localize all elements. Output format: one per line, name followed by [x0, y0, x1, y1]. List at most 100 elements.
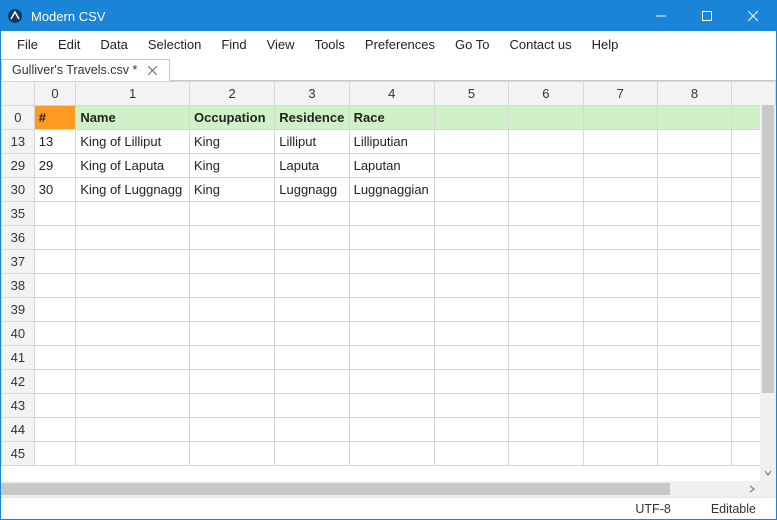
scroll-down-button[interactable] — [760, 465, 776, 481]
cell[interactable] — [583, 274, 657, 298]
cell[interactable]: Race — [349, 106, 434, 130]
menu-help[interactable]: Help — [582, 34, 629, 55]
cell[interactable]: King of Luggnagg — [76, 178, 190, 202]
cell[interactable] — [434, 226, 508, 250]
menu-tools[interactable]: Tools — [305, 34, 355, 55]
col-header[interactable]: 1 — [76, 82, 190, 106]
cell[interactable] — [434, 106, 508, 130]
cell[interactable] — [34, 418, 76, 442]
col-header[interactable]: 4 — [349, 82, 434, 106]
cell[interactable] — [509, 178, 583, 202]
cell[interactable]: King — [190, 178, 275, 202]
cell[interactable] — [657, 298, 731, 322]
col-header[interactable]: 0 — [34, 82, 76, 106]
cell[interactable]: King of Lilliput — [76, 130, 190, 154]
cell[interactable] — [583, 106, 657, 130]
cell[interactable] — [434, 322, 508, 346]
cell[interactable] — [509, 418, 583, 442]
cell[interactable] — [657, 106, 731, 130]
cell[interactable] — [509, 226, 583, 250]
row-header[interactable]: 38 — [2, 274, 35, 298]
vscroll-thumb[interactable] — [762, 105, 774, 393]
cell[interactable]: # — [34, 106, 76, 130]
cell[interactable]: Name — [76, 106, 190, 130]
cell[interactable] — [76, 226, 190, 250]
cell[interactable] — [34, 442, 76, 466]
cell[interactable] — [275, 274, 349, 298]
menu-view[interactable]: View — [257, 34, 305, 55]
cell[interactable] — [34, 274, 76, 298]
cell[interactable] — [34, 394, 76, 418]
cell[interactable] — [434, 394, 508, 418]
hscroll-track[interactable] — [1, 481, 744, 497]
cell[interactable] — [349, 274, 434, 298]
cell[interactable] — [190, 370, 275, 394]
cell[interactable] — [657, 442, 731, 466]
cell[interactable] — [434, 250, 508, 274]
menu-goto[interactable]: Go To — [445, 34, 499, 55]
cell[interactable]: King — [190, 130, 275, 154]
row-header[interactable]: 30 — [2, 178, 35, 202]
col-header[interactable]: 7 — [583, 82, 657, 106]
cell[interactable] — [349, 250, 434, 274]
cell[interactable] — [190, 394, 275, 418]
cell[interactable] — [349, 202, 434, 226]
cell[interactable] — [275, 202, 349, 226]
cell[interactable] — [76, 274, 190, 298]
cell[interactable] — [509, 250, 583, 274]
cell[interactable] — [76, 202, 190, 226]
maximize-button[interactable] — [684, 1, 730, 31]
menu-data[interactable]: Data — [90, 34, 137, 55]
cell[interactable] — [349, 394, 434, 418]
cell[interactable]: King of Laputa — [76, 154, 190, 178]
row-header[interactable]: 37 — [2, 250, 35, 274]
scroll-right-button[interactable] — [744, 481, 760, 497]
cell[interactable] — [34, 298, 76, 322]
cell[interactable] — [76, 250, 190, 274]
col-header[interactable]: 8 — [657, 82, 731, 106]
grid[interactable]: 0 1 2 3 4 5 6 7 8 — [1, 81, 776, 466]
cell[interactable] — [583, 394, 657, 418]
cell[interactable] — [434, 202, 508, 226]
row-header[interactable]: 29 — [2, 154, 35, 178]
menu-edit[interactable]: Edit — [48, 34, 90, 55]
cell[interactable] — [275, 226, 349, 250]
vertical-scrollbar[interactable] — [760, 105, 776, 481]
cell[interactable] — [434, 274, 508, 298]
cell[interactable] — [509, 106, 583, 130]
cell[interactable] — [275, 298, 349, 322]
cell[interactable] — [34, 370, 76, 394]
cell[interactable] — [434, 178, 508, 202]
cell[interactable] — [76, 298, 190, 322]
row-header[interactable]: 35 — [2, 202, 35, 226]
cell[interactable] — [434, 130, 508, 154]
cell[interactable] — [190, 202, 275, 226]
cell[interactable] — [349, 226, 434, 250]
cell[interactable] — [509, 154, 583, 178]
cell[interactable] — [190, 250, 275, 274]
vscroll-track[interactable] — [760, 105, 776, 465]
cell[interactable] — [434, 346, 508, 370]
cell[interactable] — [583, 250, 657, 274]
cell[interactable]: Lilliputian — [349, 130, 434, 154]
status-mode[interactable]: Editable — [691, 502, 776, 516]
cell[interactable] — [657, 370, 731, 394]
cell[interactable] — [657, 322, 731, 346]
cell[interactable] — [434, 442, 508, 466]
cell[interactable] — [34, 250, 76, 274]
status-encoding[interactable]: UTF-8 — [615, 502, 690, 516]
cell[interactable] — [583, 370, 657, 394]
row-header[interactable]: 13 — [2, 130, 35, 154]
cell[interactable] — [509, 442, 583, 466]
cell[interactable] — [190, 346, 275, 370]
cell[interactable] — [34, 346, 76, 370]
cell[interactable] — [509, 322, 583, 346]
cell[interactable] — [349, 322, 434, 346]
cell[interactable] — [76, 370, 190, 394]
row-header[interactable]: 42 — [2, 370, 35, 394]
row-header[interactable]: 44 — [2, 418, 35, 442]
cell[interactable] — [583, 154, 657, 178]
cell[interactable] — [190, 322, 275, 346]
cell[interactable]: Residence — [275, 106, 349, 130]
menu-selection[interactable]: Selection — [138, 34, 211, 55]
